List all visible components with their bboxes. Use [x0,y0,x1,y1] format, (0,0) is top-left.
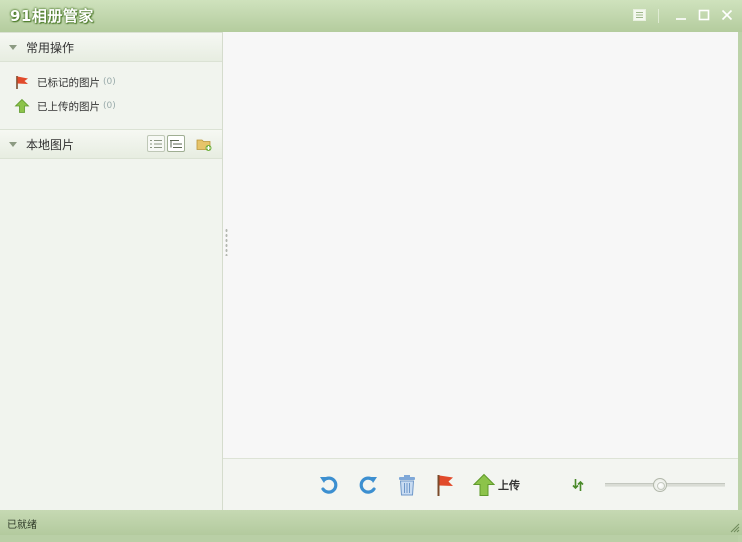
fit-size-button[interactable] [572,472,584,498]
tree-view-icon [170,139,182,148]
rotate-right-button[interactable] [357,472,379,498]
menu-button[interactable] [631,7,647,23]
mark-flag-button[interactable] [435,472,455,498]
status-text: 已就绪 [7,520,37,531]
collapse-triangle-icon[interactable] [9,141,17,147]
zoom-slider-knob[interactable] [653,478,667,492]
rotate-left-icon [320,476,338,494]
rotate-left-button[interactable] [318,472,340,498]
sidebar-item-label: 已上传的图片 [37,100,100,113]
app-window: 91相册管家 常用操作 已标记的图片 (0) 已上传的图片 (0) 本地图片 上… [0,0,742,542]
minimize-icon [676,18,686,20]
maximize-icon [698,9,710,21]
collapse-triangle-icon[interactable] [9,44,17,50]
bottom-toolbar: 上传 [223,458,738,510]
tree-view-button[interactable] [167,135,185,152]
upload-arrow-icon [14,98,30,113]
sidebar-item-marked-pictures[interactable]: 已标记的图片 (0) [14,73,116,91]
add-folder-button[interactable] [195,135,213,152]
red-flag-icon [16,76,28,89]
item-count: (0) [103,101,116,111]
status-bar: 已就绪 [0,510,742,535]
item-count: (0) [103,77,116,87]
content-area: 常用操作 已标记的图片 (0) 已上传的图片 (0) 本地图片 上传 [0,32,742,542]
upload-label: 上传 [498,479,520,492]
delete-button[interactable] [397,472,417,498]
sidebar: 常用操作 已标记的图片 (0) 已上传的图片 (0) 本地图片 [0,32,223,510]
red-flag-icon [437,475,453,496]
local-pictures-title: 本地图片 [26,137,75,152]
zoom-fit-icon [572,479,584,491]
close-button[interactable] [719,7,735,23]
trash-icon [399,475,415,496]
titlebar-separator [658,9,659,23]
sidebar-item-uploaded-pictures[interactable]: 已上传的图片 (0) [14,97,116,115]
menu-icon [632,9,646,21]
list-view-icon [150,139,162,148]
upload-button[interactable]: 上传 [473,472,520,498]
list-view-button[interactable] [147,135,165,152]
title-bar[interactable]: 91相册管家 [0,0,742,32]
app-title: 91相册管家 [10,7,94,25]
photo-view-area[interactable]: 上传 [223,32,738,510]
minimize-button[interactable] [673,7,689,23]
zoom-slider[interactable] [605,478,725,492]
sidebar-item-label: 已标记的图片 [37,76,100,89]
common-ops-header[interactable]: 常用操作 [0,32,222,62]
splitter-handle[interactable] [225,228,228,256]
maximize-button[interactable] [696,7,712,23]
close-icon [721,9,733,21]
local-pictures-header[interactable]: 本地图片 [0,129,222,159]
window-right-border [738,64,742,542]
add-folder-icon [196,139,212,151]
upload-arrow-icon [473,473,495,496]
rotate-right-icon [359,476,377,494]
common-ops-title: 常用操作 [26,40,75,55]
resize-grip-icon[interactable] [730,523,740,533]
